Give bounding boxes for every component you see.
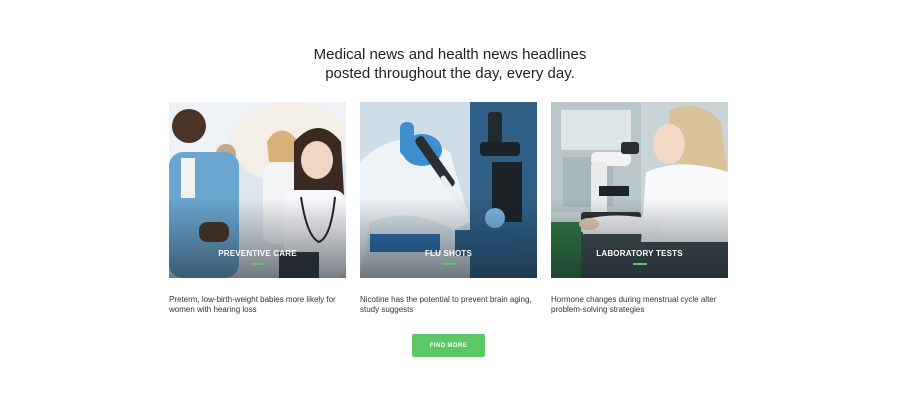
section-headline: Medical news and health news headlines p… — [0, 45, 900, 83]
news-card-flu-shots[interactable]: FLU SHOTS Nicotine has the potential to … — [360, 102, 537, 315]
card-overlay — [169, 198, 346, 278]
card-overlay — [360, 198, 537, 278]
card-overlay — [551, 198, 728, 278]
card-headline-link[interactable]: Hormone changes during menstrual cycle a… — [551, 295, 728, 315]
headline-line-1: Medical news and health news headlines — [313, 46, 587, 63]
find-more-button[interactable]: FIND MORE — [412, 334, 485, 357]
card-image-doctors[interactable]: PREVENTIVE CARE — [169, 102, 346, 278]
card-tag-underline — [442, 263, 456, 265]
card-tag-label[interactable]: FLU SHOTS — [360, 249, 537, 258]
card-headline-link[interactable]: Nicotine has the potential to prevent br… — [360, 295, 537, 315]
card-image-microscope[interactable]: LABORATORY TESTS — [551, 102, 728, 278]
card-tag-underline — [251, 263, 265, 265]
card-tag-underline — [633, 263, 647, 265]
news-cards: PREVENTIVE CARE Preterm, low-birth-weigh… — [169, 102, 729, 322]
headline-line-2: posted throughout the day, every day. — [325, 65, 575, 82]
card-tag-label[interactable]: LABORATORY TESTS — [551, 249, 728, 258]
news-card-preventive-care[interactable]: PREVENTIVE CARE Preterm, low-birth-weigh… — [169, 102, 346, 315]
card-tag-label[interactable]: PREVENTIVE CARE — [169, 249, 346, 258]
card-headline-link[interactable]: Preterm, low-birth-weight babies more li… — [169, 295, 346, 315]
card-image-pipette[interactable]: FLU SHOTS — [360, 102, 537, 278]
news-card-laboratory-tests[interactable]: LABORATORY TESTS Hormone changes during … — [551, 102, 728, 315]
